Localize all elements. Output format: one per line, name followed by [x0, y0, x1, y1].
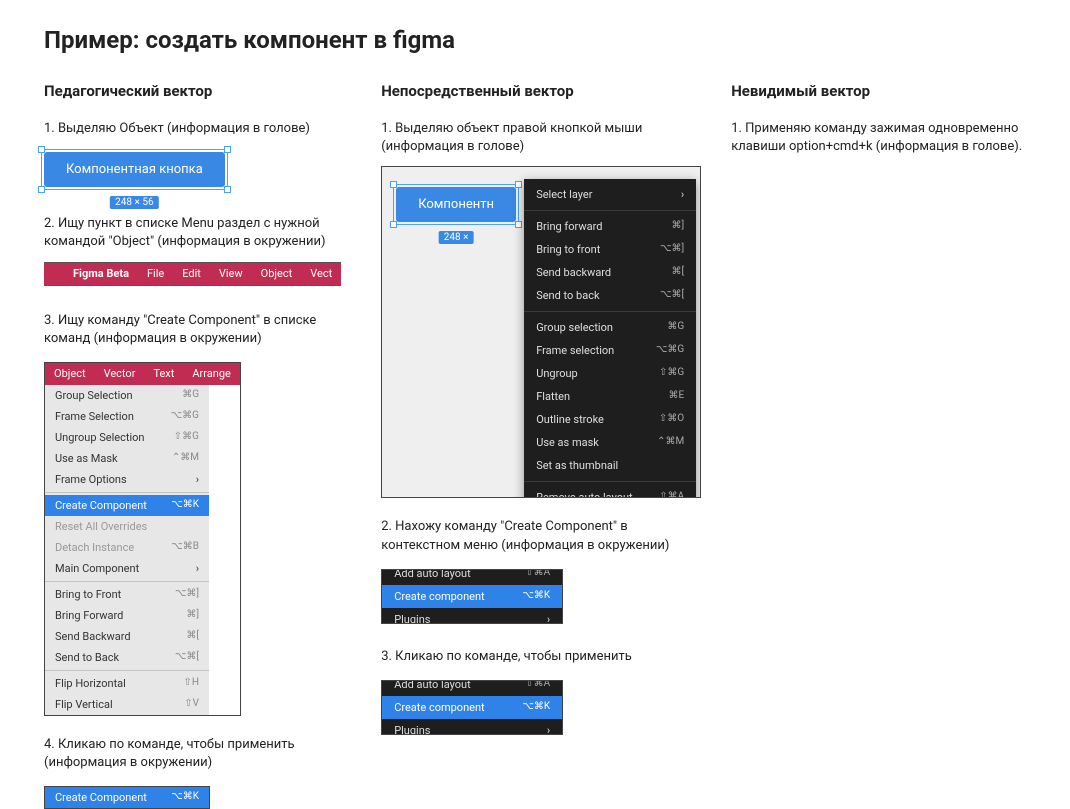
- component-button: Компонентная кнопка: [44, 152, 225, 187]
- menubar-appname: Figma Beta: [64, 267, 138, 280]
- context-menu-item: Send to back⌥⌘[: [524, 284, 696, 307]
- col-direct: Непосредственный вектор 1. Выделяю объек…: [381, 82, 691, 809]
- context-menu-item: Remove auto layout⇧⌘A: [524, 486, 696, 498]
- object-menu-items-clip: Create Component⌥⌘K: [45, 787, 209, 808]
- menu-item: Frame Selection⌥⌘G: [45, 406, 209, 427]
- menubar-view: View: [210, 267, 252, 280]
- tab-text: Text: [144, 363, 183, 385]
- menu-item: Group Selection⌘G: [45, 385, 209, 406]
- figma-menubar: Figma Beta File Edit View Object Vect: [44, 262, 341, 286]
- menu-item: Ungroup Selection⇧⌘G: [45, 427, 209, 448]
- context-menu-item: Outline stroke⇧⌘O: [524, 408, 696, 431]
- col3-step1: 1. Применяю команду зажимая одновременно…: [731, 120, 1026, 156]
- menubar-file: File: [138, 267, 173, 280]
- object-menu-clip: Create Component⌥⌘K: [44, 786, 210, 809]
- menu-item: Use as Mask⌃⌘M: [45, 448, 209, 469]
- col-invisible: Невидимый вектор 1. Применяю команду заж…: [731, 82, 1026, 809]
- menu-tabs: Object Vector Text Arrange: [45, 363, 240, 385]
- menubar-vector: Vect: [301, 267, 341, 280]
- dimension-label: 248 × 56: [110, 196, 158, 209]
- menu-item: Frame Options: [45, 469, 209, 490]
- context-menu-item: Send backward⌘[: [524, 261, 696, 284]
- menu-item: Detach Instance⌥⌘B: [45, 537, 209, 558]
- context-menu-item: Use as mask⌃⌘M: [524, 431, 696, 454]
- menu-item: Main Component: [45, 558, 209, 579]
- col3-heading: Невидимый вектор: [731, 82, 1026, 100]
- context-menu-item: Ungroup⇧⌘G: [524, 362, 696, 385]
- context-menu-item: Bring forward⌘]: [524, 215, 696, 238]
- context-menu: Select layer Bring forward⌘]Bring to fron…: [524, 179, 696, 498]
- object-menu-items: Group Selection⌘GFrame Selection⌥⌘GUngro…: [45, 385, 209, 715]
- handle-tr: [224, 146, 231, 153]
- menubar-object: Object: [252, 267, 302, 280]
- menu-item: Create Component⌥⌘K: [45, 495, 209, 516]
- menu-item: Flip Vertical⇧V: [45, 694, 209, 715]
- context-menu-item: Frame selection⌥⌘G: [524, 339, 696, 362]
- context-menu-snippet-1: Add auto layout⇧⌘ACreate component⌥⌘KPlu…: [381, 569, 563, 624]
- menubar-edit: Edit: [173, 267, 210, 280]
- figma-selection: Компонентная кнопка 248 × 56: [44, 152, 225, 187]
- col1-step2: 2. Ищу пункт в списке Menu раздел с нужн…: [44, 215, 341, 251]
- context-menu-item: Plugins: [382, 608, 562, 624]
- menu-item: Bring Forward⌘]: [45, 605, 209, 626]
- menu-item: Bring to Front⌥⌘]: [45, 584, 209, 605]
- tab-object: Object: [45, 363, 95, 385]
- context-menu-snippet-2: Add auto layout⇧⌘ACreate component⌥⌘KPlu…: [381, 680, 563, 735]
- page-title: Пример: создать компонент в figma: [44, 26, 1026, 54]
- col2-heading: Непосредственный вектор: [381, 82, 691, 100]
- context-menu-item: Plugins: [382, 719, 562, 735]
- col1-step3: 3. Ищу команду "Create Component" в спис…: [44, 312, 341, 348]
- col1-step4: 4. Кликаю по команде, чтобы применить (и…: [44, 736, 341, 772]
- columns: Педагогический вектор 1. Выделяю Объект …: [44, 82, 1026, 809]
- col2-step3: 3. Кликаю по команде, чтобы применить: [381, 648, 691, 666]
- menu-item: Send to Back⌥⌘[: [45, 647, 209, 668]
- menu-item: Create Component⌥⌘K: [45, 787, 209, 808]
- context-menu-item: Add auto layout⇧⌘A: [382, 680, 562, 696]
- col2-step1: 1. Выделяю объект правой кнопкой мыши (и…: [381, 120, 691, 156]
- menu-item: Flip Horizontal⇧H: [45, 673, 209, 694]
- menu-item: Reset All Overrides: [45, 516, 209, 537]
- tab-arrange: Arrange: [183, 363, 239, 385]
- context-menu-item: Create component⌥⌘K: [382, 585, 562, 608]
- handle-br: [224, 186, 231, 193]
- col1-heading: Педагогический вектор: [44, 82, 341, 100]
- menu-item: Send Backward⌘[: [45, 626, 209, 647]
- col-pedagogical: Педагогический вектор 1. Выделяю Объект …: [44, 82, 341, 809]
- context-menu-item: Add auto layout⇧⌘A: [382, 569, 562, 585]
- dimension-label-2: 248 ×: [439, 231, 474, 244]
- col2-step2: 2. Нахожу команду "Create Component" в к…: [381, 518, 691, 554]
- tab-vector: Vector: [95, 363, 145, 385]
- object-menu: Object Vector Text Arrange Group Selecti…: [44, 362, 241, 716]
- component-button-2: Компонентн: [396, 187, 516, 222]
- context-menu-item: Group selection⌘G: [524, 316, 696, 339]
- context-menu-item: Select layer: [524, 183, 696, 206]
- context-menu-canvas: Компонентн 248 × Select layer Bring forwa…: [381, 166, 701, 498]
- context-menu-item: Flatten⌘E: [524, 385, 696, 408]
- context-menu-item: Create component⌥⌘K: [382, 696, 562, 719]
- context-menu-item: Bring to front⌥⌘]: [524, 238, 696, 261]
- figma-selection-2: Компонентн 248 ×: [396, 187, 516, 222]
- context-menu-item: Set as thumbnail: [524, 454, 696, 477]
- col1-step1: 1. Выделяю Объект (информация в голове): [44, 120, 341, 138]
- handle-bl: [38, 186, 45, 193]
